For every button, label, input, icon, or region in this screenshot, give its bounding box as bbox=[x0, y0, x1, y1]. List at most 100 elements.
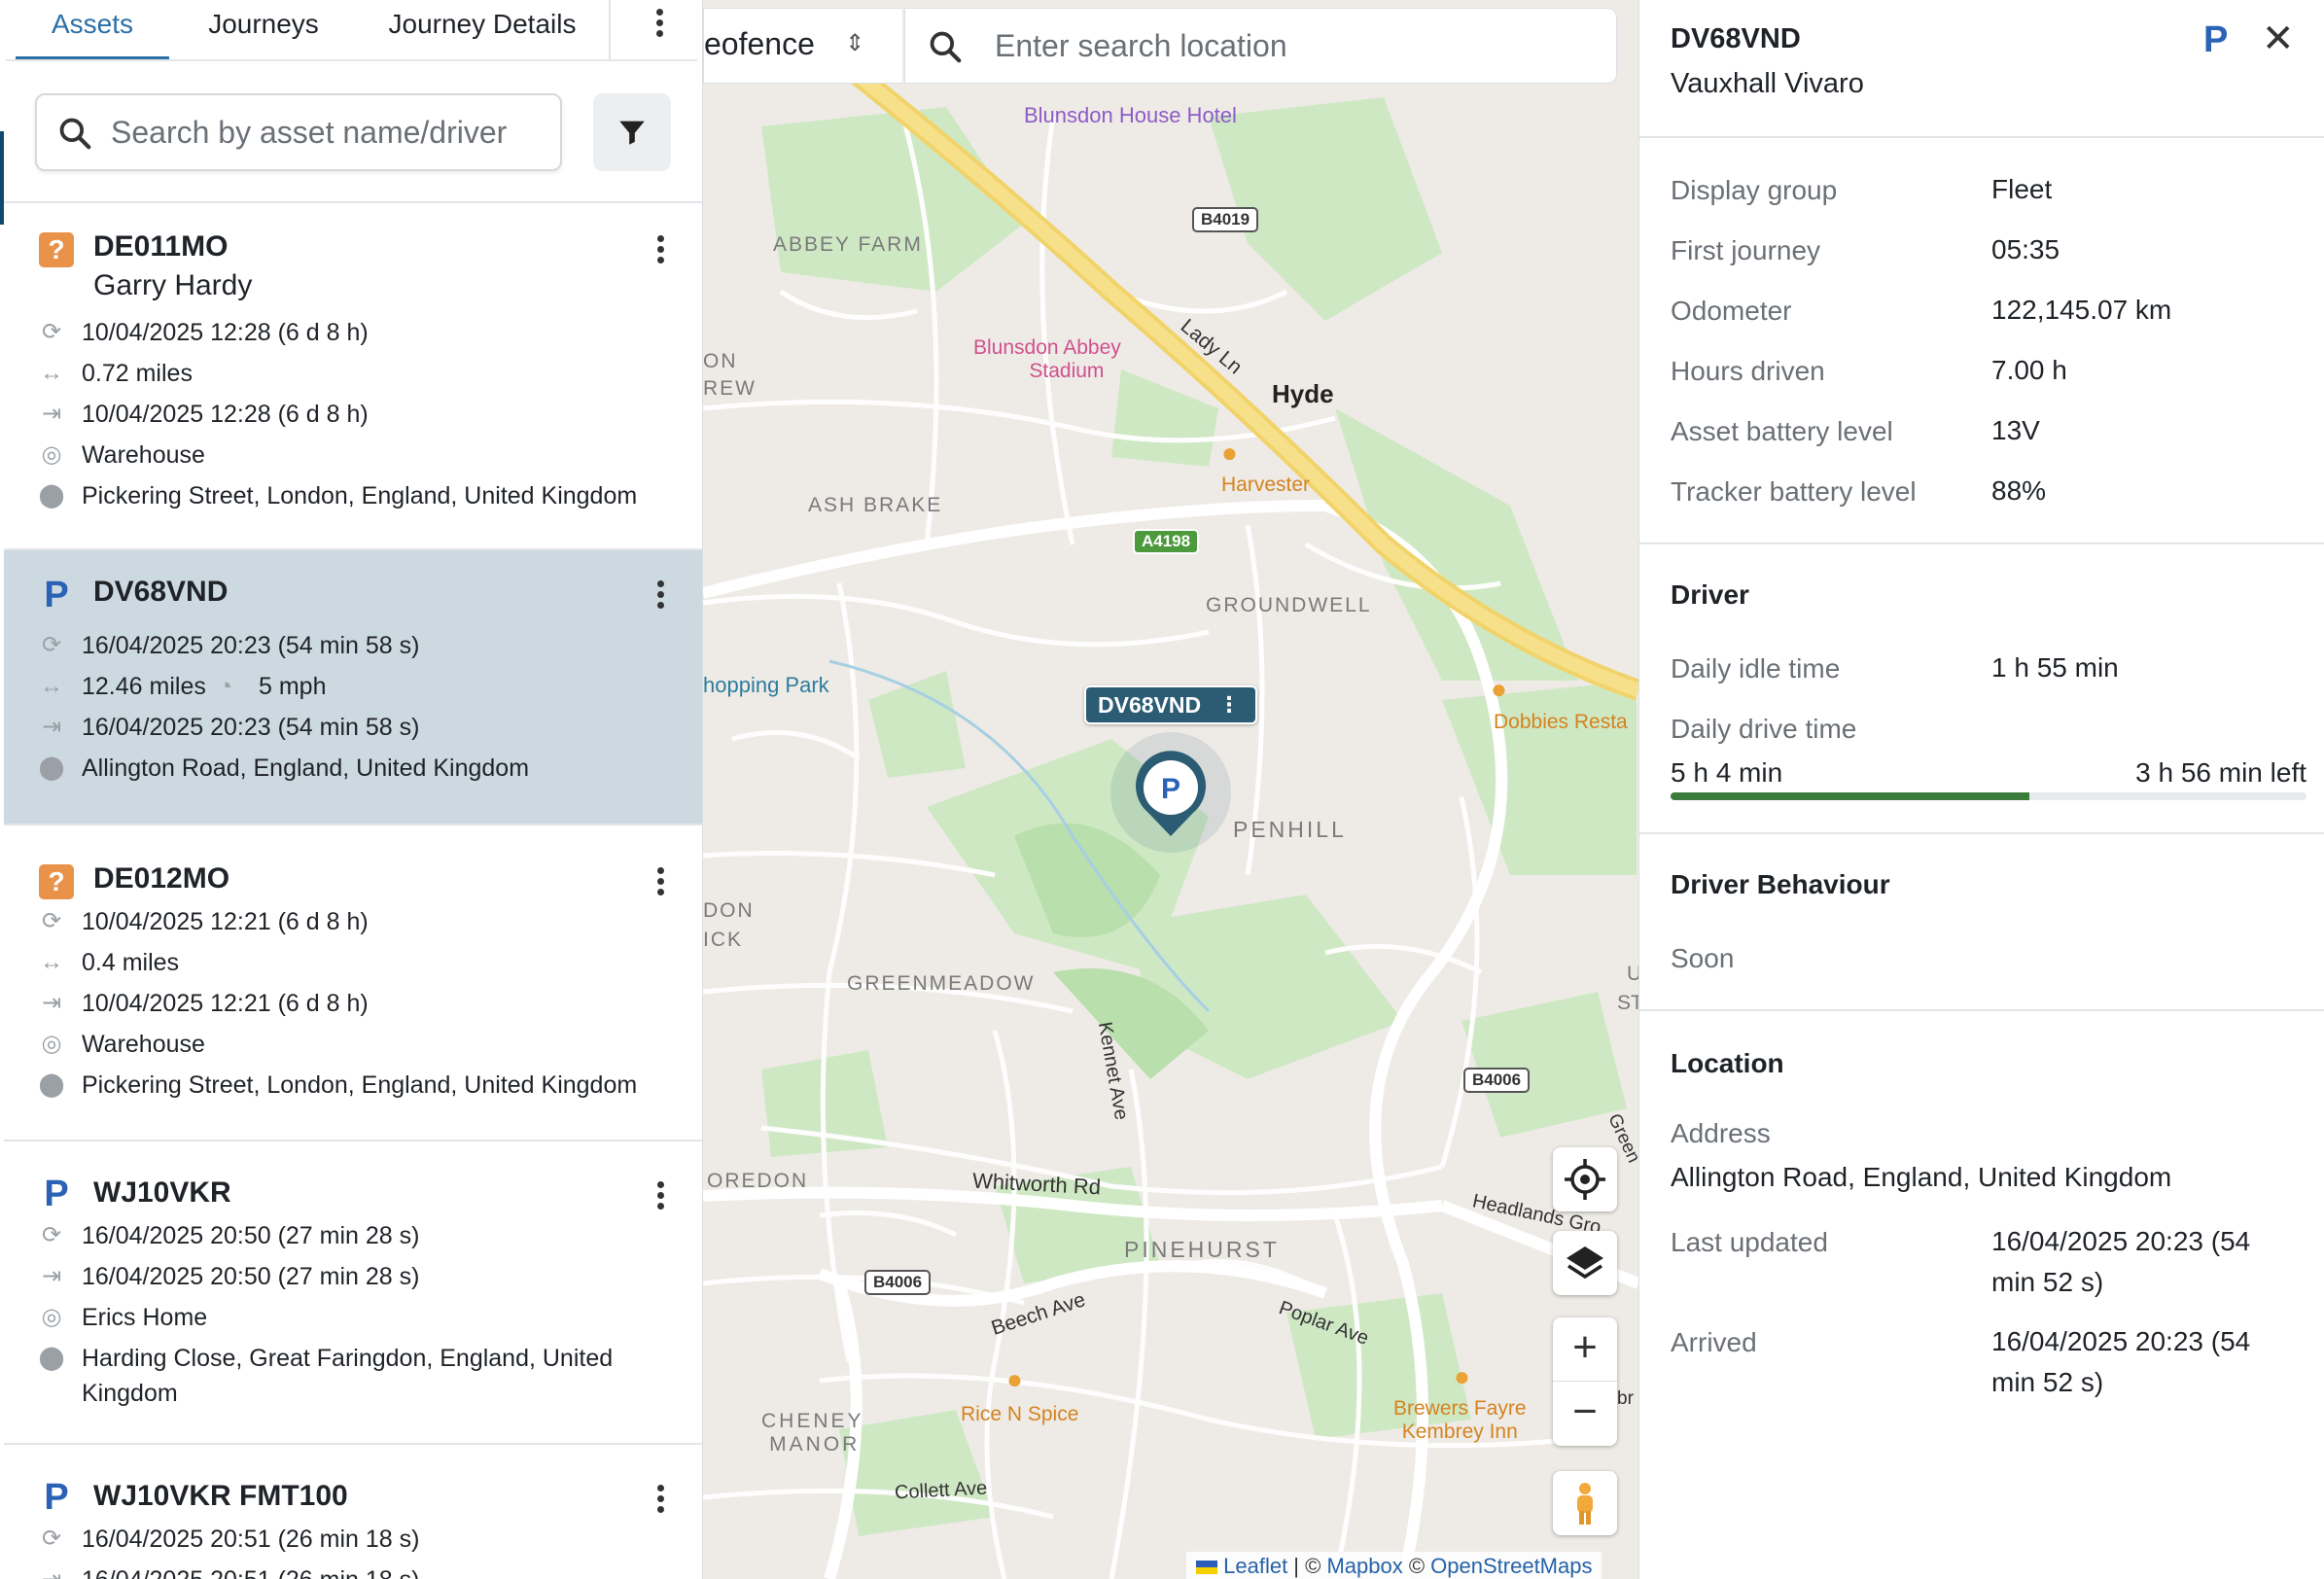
sync-icon: ⟳ bbox=[41, 908, 62, 934]
asset-card-wj10vkr-fmt100[interactable]: P WJ10VKR FMT100 ⟳ 16/04/2025 20:51 (26 m… bbox=[4, 1445, 702, 1579]
first-journey-label: First journey bbox=[1671, 235, 1821, 265]
asset-more-icon[interactable] bbox=[647, 228, 674, 271]
map-label-oredon: OREDON bbox=[707, 1170, 809, 1192]
driver-section: Driver Daily idle time 1 h 55 min Daily … bbox=[1639, 544, 2324, 834]
asset-more-icon[interactable] bbox=[647, 1175, 674, 1217]
display-group-label: Display group bbox=[1671, 175, 1838, 205]
asset-more-icon[interactable] bbox=[647, 1478, 674, 1521]
geofence-icon: ◎ bbox=[41, 441, 62, 468]
odometer-label: Odometer bbox=[1671, 296, 1792, 326]
pegman-icon bbox=[1577, 1483, 1593, 1525]
arrived-value-cont: min 52 s) bbox=[1991, 1367, 2104, 1397]
details-model: Vauxhall Vivaro bbox=[1671, 68, 1864, 99]
asset-plate: WJ10VKR FMT100 bbox=[93, 1480, 348, 1512]
distance-icon: ↔ bbox=[40, 360, 63, 386]
search-icon bbox=[930, 31, 962, 63]
leaflet-link[interactable]: Leaflet bbox=[1223, 1554, 1287, 1578]
sync-icon: ⟳ bbox=[41, 1526, 62, 1552]
tab-assets[interactable]: Assets bbox=[16, 0, 169, 59]
zoom-out-button[interactable]: − bbox=[1553, 1382, 1617, 1446]
map-label-st: ST bbox=[1617, 992, 1638, 1014]
tab-journey-details[interactable]: Journey Details bbox=[366, 0, 599, 59]
asset-last-update: 10/04/2025 12:28 (6 d 8 h) bbox=[82, 319, 369, 346]
asset-card-wj10vkr[interactable]: P WJ10VKR ⟳ 16/04/2025 20:50 (27 min 28 s… bbox=[4, 1141, 702, 1445]
daily-drive-left: 3 h 56 min left bbox=[2135, 757, 2306, 788]
geofence-select[interactable]: eofence ⇕ bbox=[703, 8, 902, 84]
filter-button[interactable] bbox=[593, 93, 671, 171]
tracker-battery-label: Tracker battery level bbox=[1671, 476, 1917, 507]
arrival-icon: ⇥ bbox=[41, 714, 62, 740]
map-label-pinehurst: PINEHURST bbox=[1124, 1237, 1280, 1262]
location-pin-icon: ⬤ bbox=[38, 482, 65, 509]
unknown-status-icon: ? bbox=[39, 864, 74, 899]
daily-drive-value: 5 h 4 min bbox=[1671, 757, 1783, 788]
asset-arrived: 10/04/2025 12:21 (6 d 8 h) bbox=[82, 990, 369, 1017]
details-summary: Display group Fleet First journey 05:35 … bbox=[1639, 138, 2324, 544]
first-journey-value: 05:35 bbox=[1991, 234, 2060, 264]
street-view-button[interactable] bbox=[1553, 1471, 1617, 1535]
asset-card-de011mo[interactable]: ? DE011MO Garry Hardy ⟳ 10/04/2025 12:28 … bbox=[4, 205, 702, 550]
crosshair-icon bbox=[1565, 1159, 1605, 1200]
location-search-input[interactable] bbox=[995, 22, 1578, 69]
asset-details-panel: DV68VND Vauxhall Vivaro P ✕ Display grou… bbox=[1638, 0, 2324, 1579]
filter-icon bbox=[619, 121, 645, 145]
road-shield-b4019: B4019 bbox=[1192, 207, 1259, 232]
map-label-hopping-park: hopping Park bbox=[703, 673, 829, 697]
location-search-box bbox=[904, 8, 1617, 84]
tab-journeys[interactable]: Journeys bbox=[191, 0, 336, 59]
asset-card-de012mo[interactable]: ? DE012MO ⟳ 10/04/2025 12:21 (6 d 8 h) ↔ 0… bbox=[4, 825, 702, 1141]
map-label-harvester: Harvester bbox=[1221, 474, 1311, 496]
vehicle-marker-label[interactable]: DV68VND ⋮ bbox=[1084, 685, 1257, 724]
asset-card-dv68vnd[interactable]: P DV68VND ⟳ 16/04/2025 20:23 (54 min 58 s… bbox=[4, 550, 702, 825]
attribution-separator: | © bbox=[1287, 1554, 1327, 1578]
tabs-divider bbox=[609, 0, 611, 61]
map-label-don: DON bbox=[703, 899, 755, 922]
daily-idle-value: 1 h 55 min bbox=[1991, 652, 2119, 683]
arrival-icon: ⇥ bbox=[41, 1263, 62, 1289]
vehicle-marker-pin[interactable]: P bbox=[1098, 719, 1244, 865]
last-updated-label: Last updated bbox=[1671, 1227, 1828, 1257]
asset-geofence: Warehouse bbox=[82, 1031, 205, 1058]
asset-more-icon[interactable] bbox=[647, 860, 674, 903]
arrival-icon: ⇥ bbox=[41, 401, 62, 427]
asset-battery-value: 13V bbox=[1991, 415, 2040, 445]
asset-geofence: Warehouse bbox=[82, 441, 205, 469]
mapbox-link[interactable]: Mapbox bbox=[1326, 1554, 1402, 1578]
restaurant-icon-brewers: ● bbox=[1454, 1361, 1470, 1391]
asset-list-panel: Assets Journeys Journey Details ? DE011M… bbox=[0, 0, 703, 1579]
search-icon bbox=[59, 118, 91, 150]
close-icon[interactable]: ✕ bbox=[2262, 18, 2295, 60]
locate-button[interactable] bbox=[1553, 1147, 1617, 1211]
layers-button[interactable] bbox=[1553, 1231, 1617, 1295]
map-label-hyde: Hyde bbox=[1272, 379, 1334, 408]
marker-plate: DV68VND bbox=[1098, 692, 1202, 718]
driver-heading: Driver bbox=[1671, 579, 1749, 610]
sync-icon: ⟳ bbox=[41, 632, 62, 658]
map-label-greenmeadow: GREENMEADOW bbox=[847, 972, 1036, 995]
asset-plate: DE012MO bbox=[93, 862, 230, 895]
zoom-in-button[interactable]: + bbox=[1553, 1317, 1617, 1382]
asset-distance: 12.46 miles bbox=[82, 673, 206, 700]
distance-icon: ↔ bbox=[40, 673, 63, 699]
daily-idle-label: Daily idle time bbox=[1671, 653, 1841, 684]
attribution-separator-2: © bbox=[1402, 1554, 1431, 1578]
marker-more-icon[interactable]: ⋮ bbox=[1218, 687, 1240, 722]
asset-more-icon[interactable] bbox=[647, 574, 674, 616]
asset-battery-label: Asset battery level bbox=[1671, 416, 1893, 446]
geofence-select-value: eofence bbox=[704, 26, 815, 61]
asset-arrived: 16/04/2025 20:51 (26 min 18 s) bbox=[82, 1565, 419, 1579]
location-pin-icon: ⬤ bbox=[38, 1345, 65, 1371]
asset-last-update: 16/04/2025 20:23 (54 min 58 s) bbox=[82, 632, 420, 659]
driver-behaviour-value: Soon bbox=[1671, 943, 1735, 973]
layers-icon bbox=[1567, 1246, 1603, 1280]
sync-icon: ⟳ bbox=[41, 319, 62, 345]
map-label-rew: REW bbox=[703, 377, 757, 400]
asset-arrived: 10/04/2025 12:28 (6 d 8 h) bbox=[82, 401, 369, 428]
map-attribution: Leaflet | © Mapbox © OpenStreetMaps bbox=[1186, 1552, 1602, 1579]
osm-link[interactable]: OpenStreetMaps bbox=[1430, 1554, 1592, 1578]
distance-icon: ↔ bbox=[40, 949, 63, 975]
asset-search-input[interactable] bbox=[111, 109, 548, 156]
speed-icon: ◔ bbox=[218, 673, 233, 700]
tabs-more-icon[interactable] bbox=[646, 2, 673, 45]
details-plate: DV68VND bbox=[1671, 23, 1801, 54]
